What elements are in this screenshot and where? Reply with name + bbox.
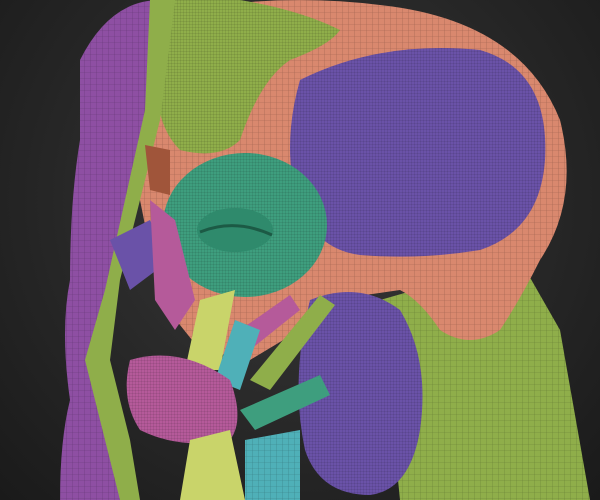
head-model-render [60,0,590,500]
temporalis-muscle [290,48,546,257]
viewport-3d[interactable] [0,0,600,500]
